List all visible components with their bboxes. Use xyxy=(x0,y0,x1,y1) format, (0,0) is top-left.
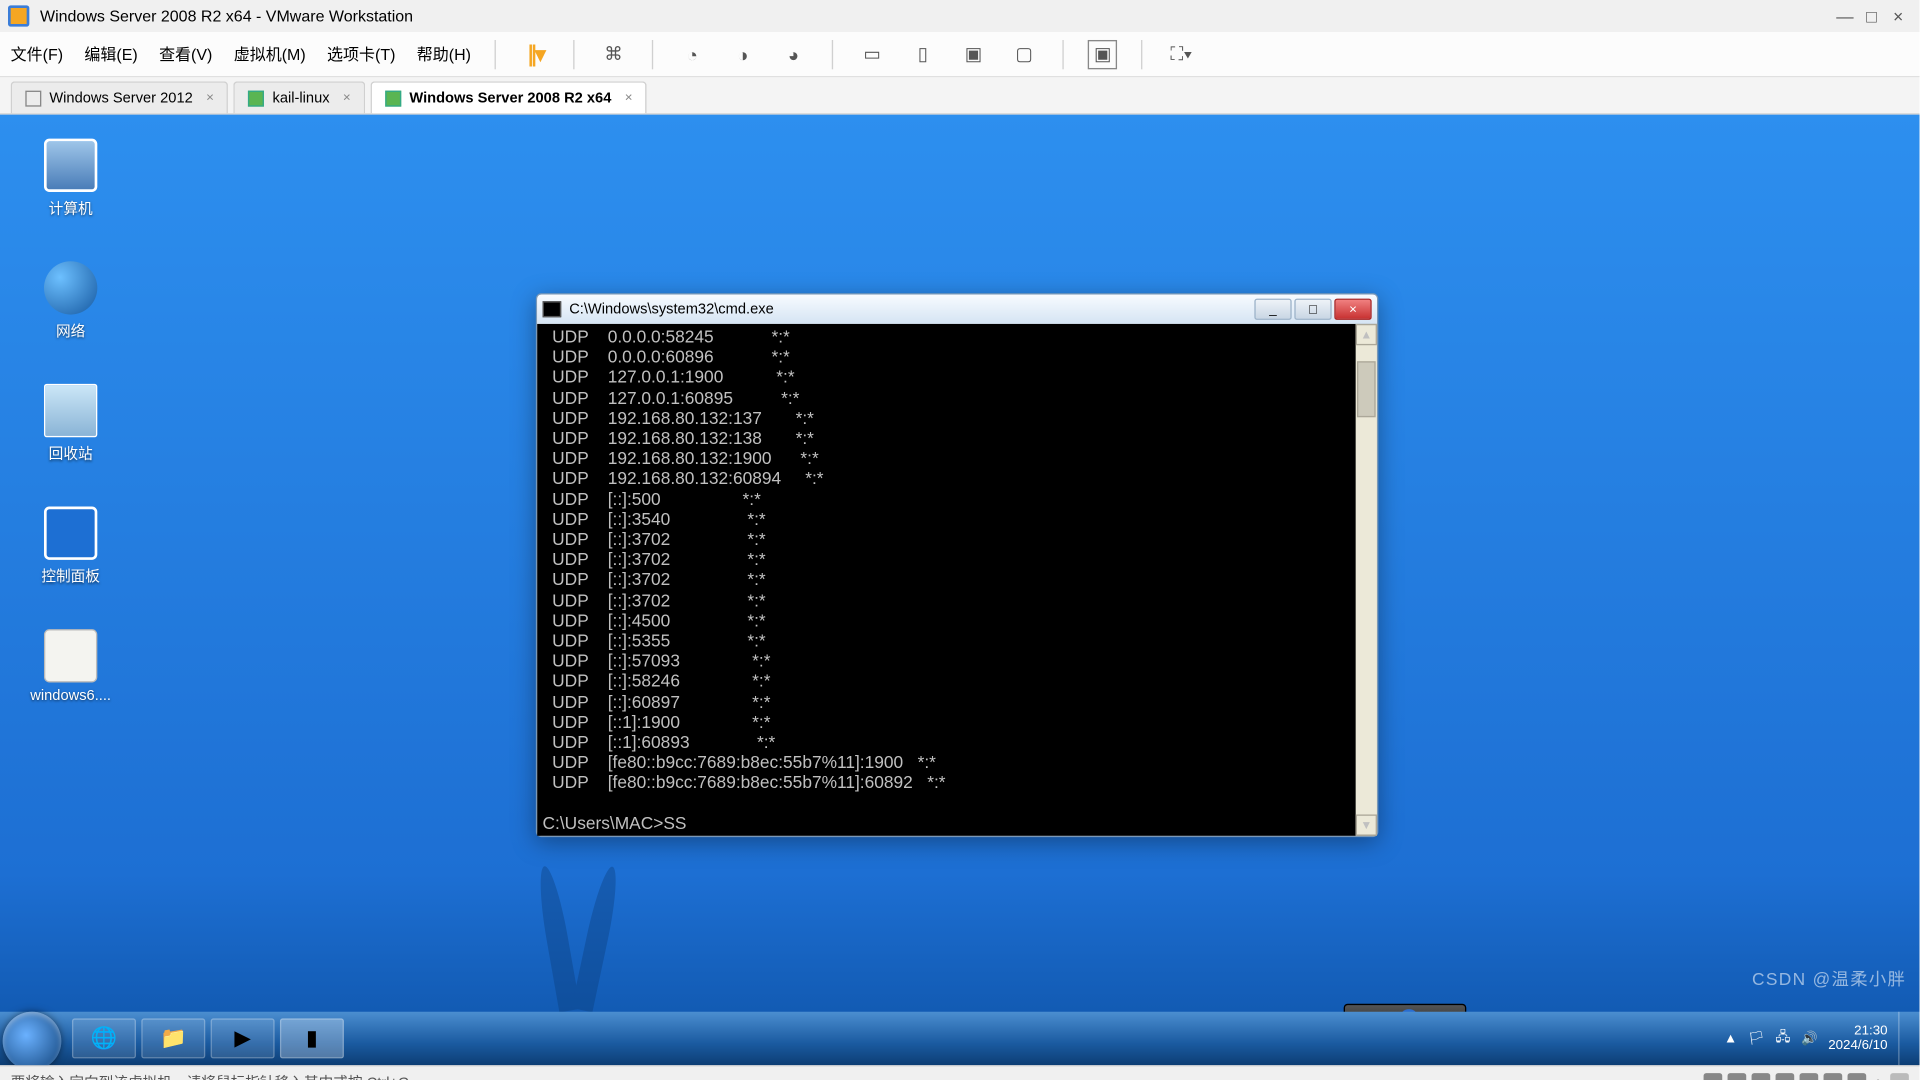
menu-vm[interactable]: 虚拟机(M) xyxy=(234,43,306,66)
host-menubar: 文件(F) 编辑(E) 查看(V) 虚拟机(M) 选项卡(T) 帮助(H) ∥▾… xyxy=(0,32,1920,77)
view-multi-button[interactable]: ▯ xyxy=(908,39,937,68)
vm-tab-1[interactable]: kail-linux × xyxy=(234,81,365,113)
close-icon[interactable]: × xyxy=(343,91,351,106)
scroll-up-button[interactable]: ▲ xyxy=(1356,324,1377,345)
wallpaper-plant xyxy=(493,852,760,1012)
system-tray: ▲ 🏳 🖧 🔊 21:30 2024/6/10 xyxy=(1724,1012,1920,1065)
device-net-icon[interactable] xyxy=(1752,1072,1771,1080)
desktop-icon-label: 计算机 xyxy=(21,197,120,218)
host-maximize-button[interactable]: □ xyxy=(1858,6,1885,26)
vm-tab-label: Windows Server 2012 xyxy=(49,90,192,106)
monitor-icon xyxy=(25,90,41,106)
cmd-scrollbar[interactable]: ▲ ▼ xyxy=(1356,324,1377,836)
host-titlebar: Windows Server 2008 R2 x64 - VMware Work… xyxy=(0,0,1920,32)
tray-volume-icon[interactable]: 🔊 xyxy=(1801,1031,1818,1046)
device-sound-icon[interactable] xyxy=(1800,1072,1819,1080)
device-more-icon[interactable] xyxy=(1890,1072,1909,1080)
cmd-minimize-button[interactable]: _ xyxy=(1254,299,1291,320)
status-hint-text: 要将输入定向到该虚拟机，请将鼠标指针移入其中或按 Ctrl+G。 xyxy=(11,1071,424,1080)
taskbar-clock[interactable]: 21:30 2024/6/10 xyxy=(1828,1024,1887,1053)
menu-help[interactable]: 帮助(H) xyxy=(417,43,471,66)
file-icon xyxy=(44,629,97,682)
menu-edit[interactable]: 编辑(E) xyxy=(84,43,137,66)
view-console-button[interactable]: ▢ xyxy=(1010,39,1039,68)
scroll-thumb[interactable] xyxy=(1357,361,1376,417)
network-icon xyxy=(44,261,97,314)
device-hdd-icon[interactable] xyxy=(1704,1072,1723,1080)
host-window-title: Windows Server 2008 R2 x64 - VMware Work… xyxy=(40,7,413,26)
recycle-icon xyxy=(44,384,97,437)
snapshot-take-button[interactable]: ◔ xyxy=(678,39,707,68)
desktop-icon-cpl[interactable]: 控制面板 xyxy=(21,507,120,587)
vm-tab-0[interactable]: Windows Server 2012 × xyxy=(11,81,229,113)
vm-tab-2[interactable]: Windows Server 2008 R2 x64 × xyxy=(371,81,647,113)
host-minimize-button[interactable]: — xyxy=(1832,6,1859,26)
close-icon[interactable]: × xyxy=(206,91,214,106)
desktop-icon-recycle[interactable]: 回收站 xyxy=(21,384,120,464)
tray-flag-icon[interactable]: 🏳 xyxy=(1748,1031,1765,1046)
desktop-icon-network[interactable]: 网络 xyxy=(21,261,120,341)
cmd-maximize-button[interactable]: □ xyxy=(1294,299,1331,320)
taskbar-media-player-button[interactable]: ▶ xyxy=(211,1018,275,1058)
device-usb-icon[interactable] xyxy=(1776,1072,1795,1080)
desktop-icon-label: windows6.... xyxy=(21,688,120,704)
cmd-icon xyxy=(543,301,562,317)
taskbar-cmd-button[interactable]: ▮ xyxy=(280,1018,344,1058)
taskbar-explorer-button[interactable]: 📁 xyxy=(141,1018,205,1058)
view-single-button[interactable]: ▭ xyxy=(858,39,887,68)
close-icon[interactable]: × xyxy=(625,91,633,106)
cpl-icon xyxy=(44,507,97,560)
desktop-icon-label: 控制面板 xyxy=(21,565,120,586)
cmd-close-button[interactable]: × xyxy=(1334,299,1371,320)
monitor-icon xyxy=(385,90,401,106)
vm-tab-label: kail-linux xyxy=(273,90,330,106)
guest-viewport[interactable]: 计算机网络回收站控制面板 windows6.... C:\Windows\syst… xyxy=(0,115,1920,1065)
vmware-icon xyxy=(8,5,29,26)
stretch-guest-button[interactable]: ⛶▾ xyxy=(1167,39,1196,68)
desktop-icon-label: 回收站 xyxy=(21,443,120,464)
cmd-text: UDP 0.0.0.0:58245 *:* UDP 0.0.0.0:60896 … xyxy=(543,327,1372,834)
cmd-window[interactable]: C:\Windows\system32\cmd.exe _ □ × UDP 0.… xyxy=(536,293,1378,837)
scroll-down-button[interactable]: ▼ xyxy=(1356,814,1377,835)
cmd-title-text: C:\Windows\system32\cmd.exe xyxy=(569,301,774,317)
show-desktop-button[interactable] xyxy=(1898,1012,1911,1065)
cmd-output[interactable]: UDP 0.0.0.0:58245 *:* UDP 0.0.0.0:60896 … xyxy=(537,324,1377,836)
host-close-button[interactable]: × xyxy=(1885,6,1912,26)
vm-pause-button[interactable]: ∥▾ xyxy=(520,39,549,68)
fullscreen-button[interactable]: ▣ xyxy=(1088,39,1117,68)
vm-tab-strip: Windows Server 2012 × kail-linux × Windo… xyxy=(0,77,1920,114)
desktop-icon-computer[interactable]: 计算机 xyxy=(21,139,120,219)
taskbar-internet-explorer-button[interactable]: 🌐 xyxy=(72,1018,136,1058)
view-unity-button[interactable]: ▣ xyxy=(959,39,988,68)
tray-network-icon[interactable]: 🖧 xyxy=(1775,1027,1790,1050)
desktop-icon-file[interactable]: windows6.... xyxy=(21,629,120,704)
device-display-icon[interactable] xyxy=(1848,1072,1867,1080)
guest-taskbar: 🌐📁▶▮ ▲ 🏳 🖧 🔊 21:30 2024/6/10 xyxy=(0,1012,1920,1065)
snapshot-manager-button[interactable]: ◕ xyxy=(779,39,808,68)
menu-file[interactable]: 文件(F) xyxy=(11,43,63,66)
host-statusbar: 要将输入定向到该虚拟机，请将鼠标指针移入其中或按 Ctrl+G。 ▸ xyxy=(0,1065,1920,1080)
start-button[interactable] xyxy=(3,1012,62,1065)
menu-view[interactable]: 查看(V) xyxy=(159,43,212,66)
desktop-icon-label: 网络 xyxy=(21,320,120,341)
clock-date: 2024/6/10 xyxy=(1828,1038,1887,1053)
send-ctrl-alt-del-button[interactable]: ⌘ xyxy=(599,39,628,68)
menu-tabs[interactable]: 选项卡(T) xyxy=(327,43,395,66)
clock-time: 21:30 xyxy=(1828,1024,1887,1039)
device-printer-icon[interactable] xyxy=(1824,1072,1843,1080)
computer-icon xyxy=(44,139,97,192)
snapshot-revert-button[interactable]: ◑ xyxy=(728,39,757,68)
tray-overflow-icon[interactable]: ▲ xyxy=(1724,1031,1737,1046)
device-cd-icon[interactable] xyxy=(1728,1072,1747,1080)
cmd-titlebar[interactable]: C:\Windows\system32\cmd.exe _ □ × xyxy=(537,295,1377,324)
monitor-icon xyxy=(249,90,265,106)
vm-tab-label: Windows Server 2008 R2 x64 xyxy=(409,90,611,106)
chevron-right-icon[interactable]: ▸ xyxy=(1877,1073,1884,1080)
watermark-text: CSDN @温柔小胖 xyxy=(1752,965,1906,990)
